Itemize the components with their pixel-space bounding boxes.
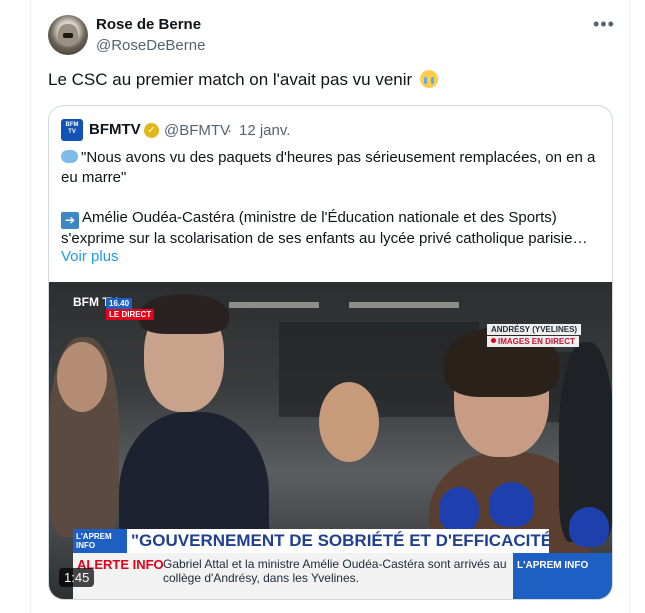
quoted-tweet-card[interactable]: BFM TV BFMTV ✓ @BFMTV · 12 janv. "Nous a…: [48, 105, 613, 600]
right-arrow-icon: ➔: [61, 212, 79, 229]
speech-balloon-icon: [61, 150, 78, 163]
more-dots-icon[interactable]: •••: [593, 14, 615, 35]
headline-band: "GOUVERNEMENT DE SOBRIÉTÉ ET D'EFFICACIT…: [73, 529, 549, 553]
quoted-line-2: Amélie Oudéa-Castéra (ministre de l'Éduc…: [61, 209, 588, 247]
author-avatar[interactable]: [48, 15, 88, 55]
microphone: [439, 487, 479, 532]
live-tag: IMAGES EN DIRECT: [487, 336, 579, 347]
live-dot-icon: [491, 338, 496, 343]
bfm-time: 16.40: [106, 298, 133, 309]
tweet-text: Le CSC au premier match on l'avait pas v…: [48, 70, 438, 90]
quoted-text: "Nous avons vu des paquets d'heures pas …: [61, 148, 606, 249]
see-more-link[interactable]: Voir plus: [61, 248, 119, 265]
quoted-date[interactable]: 12 janv.: [239, 122, 290, 139]
dot-separator: ·: [227, 122, 232, 139]
avatar-glasses: [63, 33, 73, 38]
woman-bg: [319, 382, 379, 462]
quoted-author-name[interactable]: BFMTV: [89, 121, 141, 138]
bfm-direct-tag: LE DIRECT: [106, 309, 155, 320]
location-tag: ANDRÉSY (YVELINES): [487, 324, 582, 335]
quoted-line-2-wrap: ➔ Amélie Oudéa-Castéra (ministre de l'Édu…: [61, 208, 606, 249]
bfmtv-logo[interactable]: BFM TV: [61, 119, 83, 141]
author-handle[interactable]: @RoseDeBerne: [96, 37, 205, 54]
corner-program-logo: L'APREM INFO: [513, 553, 612, 599]
tweet-body: Le CSC au premier match on l'avait pas v…: [48, 70, 413, 89]
live-label: IMAGES EN DIRECT: [498, 337, 575, 346]
ceiling-light: [229, 302, 319, 308]
quoted-line-1: "Nous avons vu des paquets d'heures pas …: [61, 149, 596, 186]
program-logo: L'APREM INFO: [73, 529, 127, 553]
video-duration: 1:45: [59, 568, 95, 587]
microphone: [489, 482, 534, 527]
alert-text: Gabriel Attal et la ministre Amélie Oudé…: [163, 557, 507, 585]
quoted-author-handle[interactable]: @BFMTV: [164, 122, 230, 139]
person-bg-head-left: [57, 342, 107, 412]
verified-badge-icon: ✓: [144, 123, 159, 138]
author-name[interactable]: Rose de Berne: [96, 16, 201, 33]
video-player[interactable]: BFM TV. 16.40 LE DIRECT ANDRÉSY (YVELINE…: [49, 282, 612, 599]
microphone: [569, 507, 609, 547]
ceiling-light: [349, 302, 459, 308]
crying-face-emoji: [419, 70, 438, 88]
